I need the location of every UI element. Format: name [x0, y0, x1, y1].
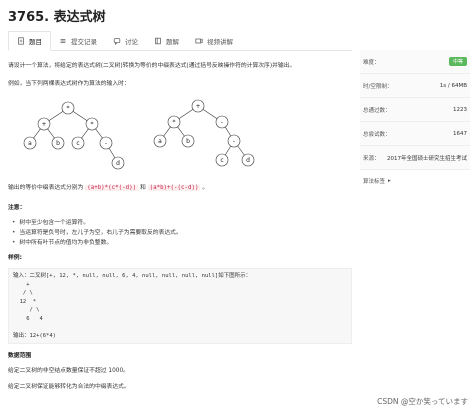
sample-code-block: 输入：二叉树[+, 12, *, null, null, 6, 4, null,…	[8, 268, 352, 344]
tab-label: 题解	[166, 38, 179, 46]
difficulty-row: 难度： 中等	[360, 50, 470, 74]
video-icon	[195, 38, 203, 44]
attempts-value: 1647	[453, 130, 467, 137]
output-expression-2: (a*b)+(-(c-d))	[147, 185, 201, 191]
attempts-label: 总尝试数：	[363, 131, 391, 138]
output-description: 输出的等价中缀表达式分别为 (a+b)*(c*(-d)) 和 (a*b)+(-(…	[8, 184, 208, 193]
tab-solutions[interactable]: 题解	[146, 31, 187, 51]
note-item: 树中所有叶节点的值均为非负整数。	[12, 239, 112, 248]
tree-node-label: c	[220, 157, 223, 164]
page-title: 3765. 表达式树	[8, 10, 106, 25]
tab-submissions[interactable]: 提交记录	[51, 31, 105, 51]
tab-problem[interactable]: 题目	[8, 31, 51, 51]
tab-discussion[interactable]: 讨论	[105, 31, 146, 51]
note-item: 当运算符是负号时，左儿子为空，右儿子为需要取反的表达式。	[12, 229, 181, 238]
passed-label: 总通过数：	[363, 107, 391, 114]
tree-node-label: d	[246, 157, 250, 164]
tree-node-label: -	[233, 138, 235, 145]
tree-node-label: *	[67, 105, 70, 112]
output-and: 和	[139, 185, 146, 191]
range-line: 给定二叉树的非空结点数量保证不超过 1000。	[8, 368, 129, 374]
source-label: 来源：	[363, 155, 380, 162]
tree-node-label: *	[173, 119, 176, 126]
source-row: 来源： 2017年全国硕士研究生招生考试	[360, 146, 470, 170]
limits-label: 时/空限制：	[363, 83, 393, 90]
tree-node-label: +	[41, 121, 46, 128]
tags-label: 算法标签	[363, 179, 386, 185]
tab-video[interactable]: 视频讲解	[187, 31, 241, 51]
limits-value: 1s / 64MB	[439, 82, 467, 89]
tree-node-label: a	[28, 140, 32, 147]
tree-node-label: d	[116, 160, 120, 167]
sample-line: +	[13, 281, 30, 288]
problem-intro: 请设计一个算法，将给定的表达式树(二叉树)转换为等价的中缀表达式(通过括号反映操…	[8, 63, 296, 69]
problem-tabs: 题目 提交记录 讨论 题解 视频讲解	[8, 31, 352, 51]
sample-line: 6 4	[13, 315, 43, 322]
tab-label: 视频讲解	[207, 38, 233, 46]
output-prefix: 输出的等价中缀表达式分别为	[8, 185, 84, 191]
passed-row: 总通过数： 1223	[360, 98, 470, 122]
tree-1	[23, 101, 125, 170]
tree-node-label: *	[91, 121, 94, 128]
tab-label: 题目	[29, 38, 42, 46]
limits-row: 时/空限制： 1s / 64MB	[360, 74, 470, 98]
source-value[interactable]: 2017年全国硕士研究生招生考试	[387, 154, 467, 162]
chat-icon	[113, 38, 121, 45]
watermark: CSDN @空か笑っています	[377, 397, 468, 406]
book-icon	[155, 37, 161, 45]
document-icon	[18, 37, 24, 45]
tree-node-label: -	[105, 140, 107, 147]
tree-node-label: +	[195, 103, 200, 110]
output-expression-1: (a+b)*(c*(-d))	[85, 185, 139, 191]
tree-node-label: -	[221, 119, 223, 126]
list-icon	[60, 39, 66, 43]
tree-node-label: b	[186, 138, 190, 145]
tab-label: 提交记录	[71, 38, 97, 46]
sample-line: 输出：12+(6*4)	[13, 332, 56, 339]
sample-line: / \	[13, 290, 33, 297]
tree-node-label: b	[56, 140, 60, 147]
difficulty-label: 难度：	[363, 59, 380, 66]
example-intro: 例如，当下列两棵表达式树作为算法的输入时：	[8, 81, 130, 87]
chevron-right-icon: ▸	[388, 178, 391, 184]
algorithm-tags-toggle[interactable]: 算法标签 ▸	[360, 170, 470, 192]
attempts-row: 总尝试数： 1647	[360, 122, 470, 146]
tree-2	[153, 99, 255, 167]
sample-line: 12 *	[13, 298, 37, 305]
notes-heading: 注意：	[8, 205, 26, 211]
problem-info-sidebar: 难度： 中等 时/空限制： 1s / 64MB 总通过数： 1223 总尝试数：…	[360, 50, 470, 192]
expression-tree-figure: * + * a b c - d + * - a b - c d	[23, 99, 255, 170]
sample-line: 输入：二叉树[+, 12, *, null, null, 6, 4, null,…	[13, 273, 252, 279]
range-heading: 数据范围	[8, 353, 32, 359]
sample-line	[13, 323, 347, 332]
difficulty-badge: 中等	[448, 57, 467, 66]
sample-heading: 样例:	[8, 255, 22, 261]
range-line: 给定二叉树保证能够转化为合法的中缀表达式。	[8, 384, 130, 390]
tab-label: 讨论	[125, 38, 138, 46]
tree-node-label: c	[76, 140, 79, 147]
tree-node-label: a	[158, 138, 162, 145]
output-suffix: 。	[202, 185, 209, 191]
passed-value: 1223	[453, 106, 467, 113]
sample-line: / \	[13, 307, 40, 314]
note-item: 树中至少包含一个运算符。	[12, 219, 89, 228]
